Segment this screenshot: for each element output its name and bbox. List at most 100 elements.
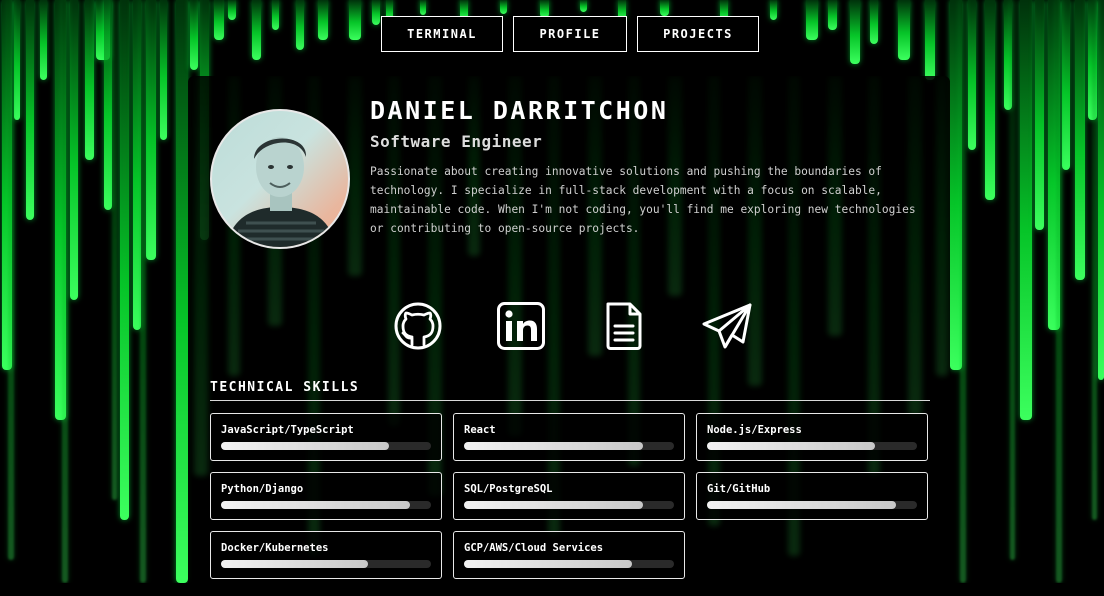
rain-streak [898,0,910,60]
skill-card: React [453,413,685,461]
skill-level-track [464,560,674,568]
skill-card: JavaScript/TypeScript [210,413,442,461]
rain-streak [40,0,47,80]
rain-streak [8,0,14,560]
rain-streak [318,0,328,40]
skill-level-bar [464,501,643,509]
rain-streak [806,0,818,40]
skills-heading: TECHNICAL SKILLS [210,380,360,395]
rain-streak [252,0,261,60]
rain-streak [349,0,361,40]
rain-streak [925,0,935,80]
skill-name: SQL/PostgreSQL [464,483,553,495]
skill-level-bar [464,560,632,568]
social-links [188,300,950,352]
rain-streak [120,0,129,520]
rain-streak [908,76,922,416]
rain-streak [770,0,777,20]
skill-level-track [221,442,431,450]
rain-streak [146,0,156,260]
rain-streak [112,0,117,500]
rain-streak [500,0,507,14]
skill-level-bar [707,501,896,509]
rain-streak [508,76,522,436]
rain-streak [62,0,68,583]
rain-streak [628,76,640,466]
rain-streak [372,0,380,25]
rain-streak [190,0,198,70]
profile-card: DANIEL DARRITCHON Software Engineer Pass… [188,76,950,596]
rain-streak [960,0,966,583]
nav-terminal-button[interactable]: TERMINAL [381,16,503,52]
skill-name: Node.js/Express [707,424,802,436]
resume-link[interactable] [598,300,650,352]
rain-streak [228,0,236,20]
skills-divider [210,400,930,401]
profile-name: DANIEL DARRITCHON [370,96,669,125]
rain-streak [1092,0,1097,520]
rain-streak [1056,0,1062,583]
skill-card: GCP/AWS/Cloud Services [453,531,685,579]
skill-level-bar [707,442,875,450]
nav-projects-button[interactable]: PROJECTS [637,16,759,52]
skill-level-track [221,560,431,568]
skills-grid: JavaScript/TypeScript React Node.js/Expres… [210,413,930,579]
rain-streak [828,0,837,30]
rain-streak [214,0,224,40]
rain-streak [160,0,167,140]
skill-name: Git/GitHub [707,483,771,495]
skill-name: Docker/Kubernetes [221,542,329,554]
rain-streak [194,76,208,476]
telegram-link[interactable] [701,300,753,352]
skill-level-track [707,501,917,509]
rain-streak [70,0,78,300]
rain-streak [85,0,94,160]
skill-name: GCP/AWS/Cloud Services [464,542,604,554]
skill-level-track [464,442,674,450]
rain-streak [420,0,426,15]
telegram-icon [702,303,752,349]
rain-streak [660,0,669,16]
profile-title: Software Engineer [370,132,543,151]
skill-card: Docker/Kubernetes [210,531,442,579]
rain-streak [580,0,587,12]
skill-level-track [464,501,674,509]
skill-level-bar [221,501,410,509]
top-navigation: TERMINAL PROFILE PROJECTS [381,16,759,52]
rain-streak [26,0,34,220]
rain-streak [968,0,976,150]
skill-name: JavaScript/TypeScript [221,424,354,436]
rain-streak [14,0,20,120]
github-link[interactable] [392,300,444,352]
skill-level-track [221,501,431,509]
rain-streak [176,0,188,583]
skill-card: SQL/PostgreSQL [453,472,685,520]
skill-level-bar [464,442,643,450]
rain-streak [1010,0,1015,560]
skill-name: Python/Django [221,483,304,495]
rain-streak [104,0,112,210]
skill-level-track [707,442,917,450]
rain-streak [272,0,279,30]
nav-profile-button[interactable]: PROFILE [513,16,627,52]
linkedin-link[interactable] [495,300,547,352]
rain-streak [1062,0,1070,170]
rain-streak [1020,0,1032,420]
rain-streak [348,76,362,276]
rain-streak [1098,0,1104,380]
skill-card: Git/GitHub [696,472,928,520]
rain-streak [140,0,146,583]
profile-bio: Passionate about creating innovative sol… [370,165,916,235]
github-icon [394,302,442,350]
skill-level-bar [221,442,389,450]
rain-streak [1035,0,1044,230]
rain-streak [850,0,860,64]
skill-name: React [464,424,496,436]
rain-streak [296,0,304,50]
rain-streak [985,0,995,200]
avatar [210,109,350,249]
linkedin-icon [497,302,545,350]
skill-card: Node.js/Express [696,413,928,461]
rain-streak [388,76,400,426]
resume-document-icon [606,302,642,350]
